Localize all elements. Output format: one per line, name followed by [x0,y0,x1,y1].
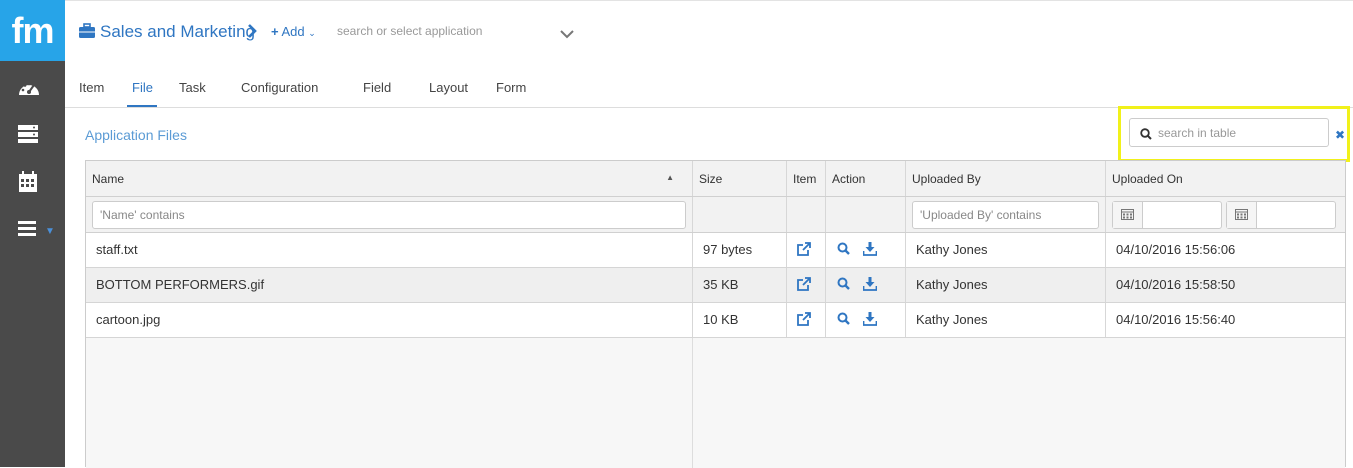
table-search-input[interactable] [1158,124,1323,142]
column-header-size[interactable]: Size [693,161,787,196]
table-row[interactable]: cartoon.jpg 10 KB Kathy Jones 04/10/2016… [86,303,1345,338]
calendar-icon[interactable] [1113,202,1143,228]
server-icon[interactable] [17,124,43,146]
menu-icon[interactable] [17,219,43,241]
file-size-cell: 35 KB [693,268,787,302]
uploaded-on-cell: 04/10/2016 15:58:50 [1116,277,1236,292]
add-label: Add [281,24,305,39]
uploaded-by-filter-input[interactable] [912,201,1099,229]
tab-bar: Item File Task Configuration Field Layou… [65,61,1353,108]
calendar-icon[interactable] [17,171,43,193]
search-icon[interactable] [837,277,850,293]
app-name-link[interactable]: Sales and Marketing [100,22,255,42]
uploaded-by-cell: Kathy Jones [906,268,1106,302]
download-icon[interactable] [862,277,878,294]
chevron-down-icon[interactable] [560,26,574,44]
file-name-cell: staff.txt [86,233,693,267]
dashboard-icon[interactable] [17,78,43,100]
file-name-cell: cartoon.jpg [86,303,693,337]
files-table: Name ▲ Size Item Action Uploaded By Uplo… [85,160,1346,468]
app-search-input[interactable]: search or select application [337,24,577,38]
column-header-label: Name [92,172,125,186]
tab-layout[interactable]: Layout [429,80,468,95]
item-cell [787,268,826,302]
filter-cell-size [693,197,787,232]
tab-item[interactable]: Item [79,80,104,95]
plus-icon: + [271,24,279,39]
column-header-uploaded-by[interactable]: Uploaded By [906,161,1106,196]
filter-cell-item [787,197,826,232]
file-size-cell: 10 KB [693,303,787,337]
action-cell [826,303,906,337]
panel-title: Application Files [85,127,187,143]
uploaded-on-cell: 04/10/2016 15:56:06 [1116,242,1236,257]
chevron-down-icon[interactable]: ▼ [45,226,55,237]
tab-configuration[interactable]: Configuration [241,80,318,95]
file-name-cell: BOTTOM PERFORMERS.gif [86,268,693,302]
sidebar: fm ▼ [0,0,65,467]
empty-column [86,338,693,468]
date-to-filter[interactable] [1226,201,1336,229]
app-logo[interactable]: fm [0,0,65,61]
table-row[interactable]: BOTTOM PERFORMERS.gif 35 KB Kathy Jones … [86,268,1345,303]
download-icon[interactable] [862,312,878,329]
date-from-filter[interactable] [1112,201,1222,229]
column-header-uploaded-on[interactable]: Uploaded On [1106,161,1345,196]
search-icon[interactable] [837,242,850,258]
external-link-icon[interactable] [797,312,811,329]
search-icon[interactable] [837,312,850,328]
briefcase-icon [78,23,96,44]
tab-field[interactable]: Field [363,80,391,95]
external-link-icon[interactable] [797,242,811,259]
action-cell [826,268,906,302]
tab-form[interactable]: Form [496,80,526,95]
action-cell [826,233,906,267]
item-cell [787,233,826,267]
download-icon[interactable] [862,242,878,259]
column-header-action[interactable]: Action [826,161,906,196]
column-header-item[interactable]: Item [787,161,826,196]
tab-file[interactable]: File [132,80,153,95]
clear-search-icon[interactable]: ✖ [1335,128,1345,142]
uploaded-by-cell: Kathy Jones [906,303,1106,337]
external-link-icon[interactable] [797,277,811,294]
uploaded-on-cell: 04/10/2016 15:56:40 [1116,312,1236,327]
chevron-right-icon[interactable] [247,24,257,43]
filter-cell-name [86,197,693,232]
filter-cell-uploaded-on [1106,197,1345,232]
active-tab-indicator [127,105,157,107]
table-empty-area [86,338,1345,468]
item-cell [787,303,826,337]
tab-task[interactable]: Task [179,80,206,95]
chevron-down-icon: ⌄ [308,28,316,38]
filter-cell-action [826,197,906,232]
top-bar: Sales and Marketing + Add ⌄ search or se… [65,0,1353,61]
name-filter-input[interactable] [92,201,686,229]
sort-ascending-icon: ▲ [666,173,674,182]
calendar-icon[interactable] [1227,202,1257,228]
search-icon [1140,127,1152,145]
table-header-row: Name ▲ Size Item Action Uploaded By Uplo… [86,161,1345,197]
table-search-box[interactable] [1129,118,1329,147]
table-row[interactable]: staff.txt 97 bytes Kathy Jones 04/10/201… [86,233,1345,268]
uploaded-by-cell: Kathy Jones [906,233,1106,267]
filter-cell-uploaded-by [906,197,1106,232]
file-size-cell: 97 bytes [693,233,787,267]
add-button[interactable]: + Add ⌄ [271,24,316,39]
column-header-name[interactable]: Name ▲ [86,161,693,196]
table-filter-row [86,197,1345,233]
